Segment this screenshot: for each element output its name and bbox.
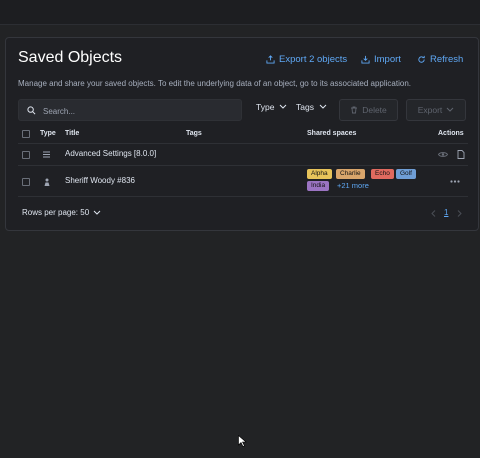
export-label: Export (417, 105, 443, 115)
refresh-button[interactable]: Refresh (417, 54, 463, 65)
export-objects-button[interactable]: Export 2 objects (266, 54, 347, 65)
next-page-icon[interactable] (457, 210, 462, 217)
row-title-link[interactable]: Sheriff Woody #836 (65, 176, 135, 185)
more-actions-icon[interactable] (450, 180, 460, 183)
table-row: Sheriff Woody #836 Alpha Charlie Echo Go… (18, 166, 468, 196)
search-box (18, 99, 242, 121)
page-title: Saved Objects (18, 49, 123, 66)
chevron-down-icon (280, 104, 287, 109)
previous-page-icon[interactable] (431, 210, 436, 217)
type-filter-label: Type (256, 102, 275, 112)
export-button[interactable]: Export (406, 99, 466, 121)
row-title-link[interactable]: Advanced Settings [8.0.0] (65, 149, 156, 158)
mouse-cursor-icon (238, 435, 247, 447)
inspect-icon[interactable] (457, 150, 465, 159)
row-checkbox[interactable] (22, 178, 30, 186)
trash-icon (351, 106, 358, 114)
delete-label: Delete (362, 105, 387, 115)
page-number-current[interactable]: 1 (444, 208, 448, 217)
space-badge-alpha: Alpha (307, 169, 332, 179)
import-button[interactable]: Import (361, 54, 401, 65)
column-header-shared-spaces: Shared spaces (307, 130, 357, 137)
top-header-bar (0, 0, 480, 25)
refresh-icon (418, 55, 425, 63)
user-icon (44, 178, 50, 186)
rows-per-page-label: Rows per page: 50 (22, 208, 90, 217)
column-header-type[interactable]: Type (40, 130, 56, 137)
import-icon (361, 55, 370, 64)
chevron-down-icon (319, 104, 327, 109)
column-header-title[interactable]: Title (65, 130, 79, 137)
refresh-label: Refresh (430, 54, 464, 65)
chevron-down-icon (93, 210, 101, 215)
space-badge-charlie: Charlie (336, 169, 365, 179)
column-header-actions: Actions (438, 130, 464, 137)
saved-objects-panel: Saved Objects Export 2 objects Import Re… (5, 37, 479, 231)
search-input[interactable] (41, 103, 235, 119)
row-checkbox[interactable] (22, 151, 30, 159)
page-description: Manage and share your saved objects. To … (18, 79, 411, 88)
type-filter-button[interactable]: Type (256, 102, 287, 112)
rows-per-page-button[interactable]: Rows per page: 50 (22, 208, 101, 217)
chevron-down-icon (446, 107, 454, 112)
space-badge-india: India (307, 181, 330, 191)
export-objects-label: Export 2 objects (279, 54, 348, 65)
export-icon (266, 55, 275, 64)
table-header: Type Title Tags Shared spaces Actions (18, 128, 468, 142)
space-badge-golf: Golf (396, 169, 416, 179)
divider (18, 196, 468, 197)
space-badge-echo: Echo (371, 169, 394, 179)
search-icon (27, 106, 36, 115)
delete-button[interactable]: Delete (339, 99, 398, 121)
eye-icon[interactable] (438, 151, 448, 158)
table-row: Advanced Settings [8.0.0] (18, 144, 468, 165)
settings-list-icon (43, 151, 50, 158)
select-all-checkbox[interactable] (22, 130, 30, 138)
tags-filter-button[interactable]: Tags (296, 102, 327, 112)
import-label: Import (374, 54, 401, 65)
column-header-tags: Tags (186, 130, 202, 137)
more-spaces-link[interactable]: +21 more (337, 181, 369, 190)
tags-filter-label: Tags (296, 102, 314, 112)
